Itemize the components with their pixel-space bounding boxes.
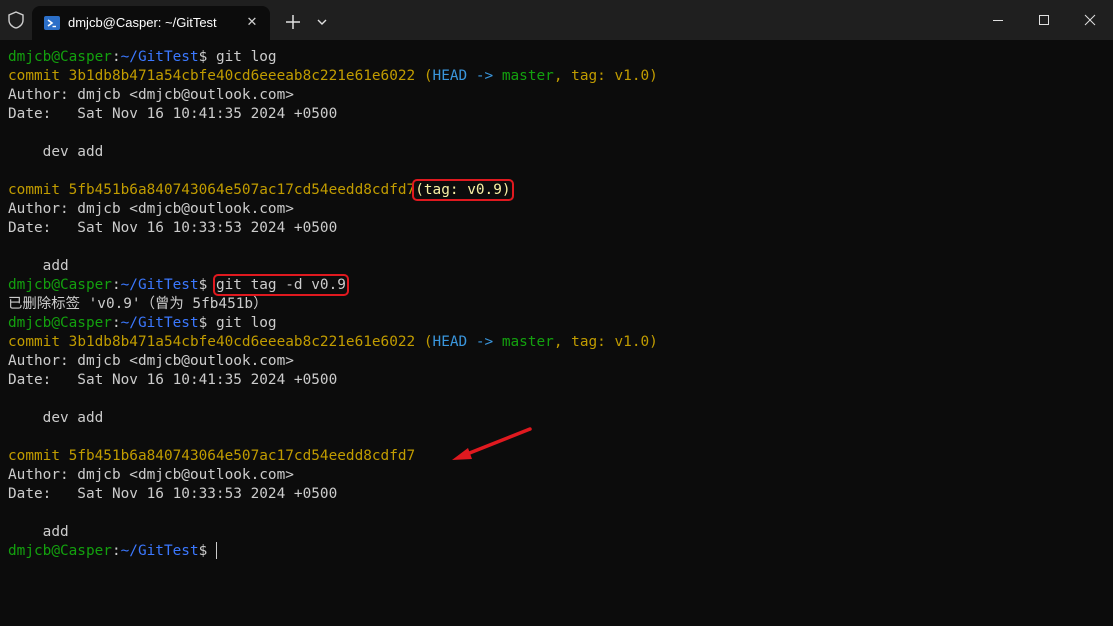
author-line: Author: dmjcb <dmjcb@outlook.com> <box>8 87 294 103</box>
highlighted-tag-ref: (tag: v0.9) <box>412 179 514 201</box>
prompt-dollar: $ <box>198 315 216 331</box>
prompt-sep: : <box>111 49 121 65</box>
new-tab-button[interactable] <box>283 12 303 32</box>
commit-line: commit 3b1db8b471a54cbfe40cd6eeeab8c221e… <box>8 67 658 86</box>
ref-comma: , <box>553 68 572 84</box>
ref-paren: ( <box>415 68 433 84</box>
prompt-user: dmjcb@Casper <box>8 49 112 65</box>
commit-hash: 3b1db8b471a54cbfe40cd6eeeab8c221e61e6022 <box>68 334 416 350</box>
close-window-button[interactable] <box>1067 0 1113 40</box>
powershell-icon <box>44 16 60 30</box>
terminal-output[interactable]: dmjcb@Casper:~/GitTest$ git log commit 3… <box>8 48 658 561</box>
date-line: Date: Sat Nov 16 10:41:35 2024 +0500 <box>8 372 338 388</box>
prompt-path: ~/GitTest <box>120 277 199 293</box>
prompt-line: dmjcb@Casper:~/GitTest$ git log <box>8 314 658 333</box>
prompt-line: dmjcb@Casper:~/GitTest$ git log <box>8 48 658 67</box>
terminal-tab[interactable]: dmjcb@Casper: ~/GitTest ✕ <box>32 6 270 40</box>
author-line: Author: dmjcb <dmjcb@outlook.com> <box>8 201 294 217</box>
head-ref: HEAD -> <box>432 334 502 350</box>
prompt-dollar: $ <box>198 49 216 65</box>
prompt-user: dmjcb@Casper <box>8 277 112 293</box>
maximize-button[interactable] <box>1021 0 1067 40</box>
title-bar: dmjcb@Casper: ~/GitTest ✕ <box>0 0 1113 40</box>
ref-paren: ) <box>649 334 658 350</box>
chevron-down-icon[interactable] <box>312 12 332 32</box>
tag-ref: tag: v1.0 <box>571 334 650 350</box>
text-cursor <box>215 542 217 559</box>
prompt-dollar: $ <box>198 277 216 293</box>
message-line: add <box>8 524 69 540</box>
date-line: Date: Sat Nov 16 10:41:35 2024 +0500 <box>8 106 338 122</box>
prompt-sep: : <box>111 315 121 331</box>
commit-line: commit 5fb451b6a840743064e507ac17cd54eed… <box>8 447 658 466</box>
ref-paren: ( <box>415 334 433 350</box>
ref-paren: ) <box>649 68 658 84</box>
prompt-path: ~/GitTest <box>120 543 199 559</box>
prompt-line: dmjcb@Casper:~/GitTest$ git tag -d v0.9 <box>8 274 658 296</box>
red-arrow-annotation <box>452 427 532 460</box>
commit-line: commit 5fb451b6a840743064e507ac17cd54eed… <box>8 179 658 201</box>
commit-label: commit <box>8 182 69 198</box>
close-tab-icon[interactable]: ✕ <box>244 15 260 31</box>
prompt-sep: : <box>111 277 121 293</box>
prompt-line: dmjcb@Casper:~/GitTest$ <box>8 542 658 561</box>
head-ref: HEAD -> <box>432 68 502 84</box>
prompt-dollar: $ <box>198 543 216 559</box>
commit-hash: 3b1db8b471a54cbfe40cd6eeeab8c221e61e6022 <box>68 68 416 84</box>
commit-hash: 5fb451b6a840743064e507ac17cd54eedd8cdfd7 <box>68 448 416 464</box>
commit-label: commit <box>8 448 69 464</box>
prompt-sep: : <box>111 543 121 559</box>
output-line: 已删除标签 'v0.9'（曾为 5fb451b） <box>8 296 268 312</box>
branch-ref: master <box>501 68 554 84</box>
commit-label: commit <box>8 68 69 84</box>
shield-icon <box>8 11 24 29</box>
highlighted-command: git tag -d v0.9 <box>212 274 349 296</box>
minimize-button[interactable] <box>975 0 1021 40</box>
prompt-path: ~/GitTest <box>120 49 199 65</box>
branch-ref: master <box>501 334 554 350</box>
commit-label: commit <box>8 334 69 350</box>
prompt-user: dmjcb@Casper <box>8 315 112 331</box>
commit-hash: 5fb451b6a840743064e507ac17cd54eedd8cdfd7 <box>68 182 416 198</box>
tag-ref: tag: v1.0 <box>571 68 650 84</box>
message-line: dev add <box>8 144 104 160</box>
author-line: Author: dmjcb <dmjcb@outlook.com> <box>8 353 294 369</box>
prompt-path: ~/GitTest <box>120 315 199 331</box>
date-line: Date: Sat Nov 16 10:33:53 2024 +0500 <box>8 220 338 236</box>
command-text: git log <box>215 315 277 331</box>
date-line: Date: Sat Nov 16 10:33:53 2024 +0500 <box>8 486 338 502</box>
message-line: add <box>8 258 69 274</box>
commit-line: commit 3b1db8b471a54cbfe40cd6eeeab8c221e… <box>8 333 658 352</box>
prompt-user: dmjcb@Casper <box>8 543 112 559</box>
ref-comma: , <box>553 334 572 350</box>
command-text: git log <box>215 49 277 65</box>
message-line: dev add <box>8 410 104 426</box>
author-line: Author: dmjcb <dmjcb@outlook.com> <box>8 467 294 483</box>
tab-title: dmjcb@Casper: ~/GitTest <box>68 15 217 30</box>
